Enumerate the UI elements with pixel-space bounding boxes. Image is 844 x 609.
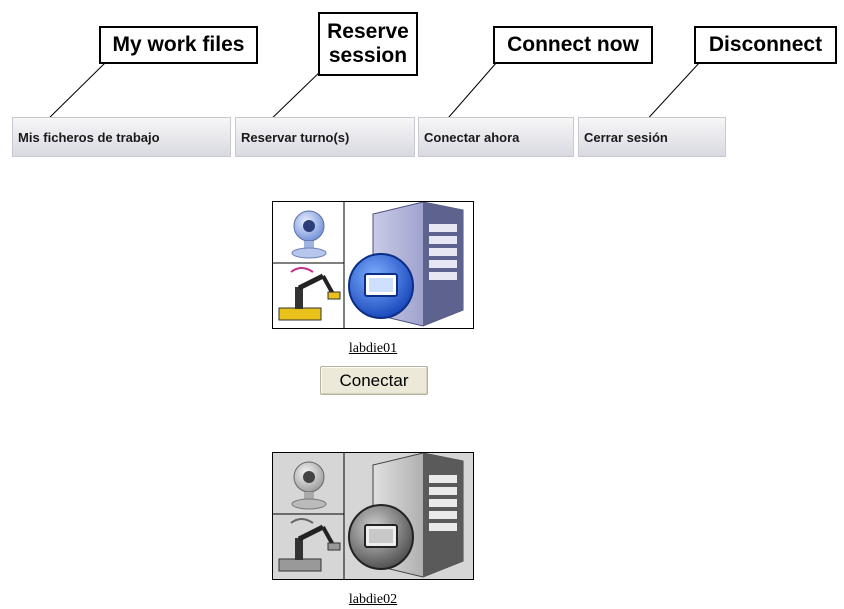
robot-arm-icon	[278, 267, 341, 321]
callout-connect-now: Connect now	[493, 26, 653, 64]
webcam-icon-disabled	[291, 461, 327, 510]
menu-reserve-session-button[interactable]: Reservar turno(s)	[235, 117, 415, 157]
callout-my-work-files: My work files	[99, 26, 258, 64]
menu-my-work-files-button[interactable]: Mis ficheros de trabajo	[12, 117, 231, 157]
callout-reserve-session: Reserve session	[318, 12, 418, 76]
connect-button[interactable]: Conectar	[320, 366, 428, 395]
menu-logout-button[interactable]: Cerrar sesión	[578, 117, 726, 157]
remote-display-icon-disabled	[348, 504, 414, 570]
lab-name-link[interactable]: labdie02	[272, 592, 474, 608]
callout-disconnect: Disconnect	[694, 26, 837, 64]
lab-icon-labdie01[interactable]	[272, 201, 474, 329]
lab-icon-labdie02[interactable]	[272, 452, 474, 580]
lab-name-link[interactable]: labdie01	[272, 341, 474, 357]
webcam-icon	[291, 210, 327, 259]
menu-connect-now-button[interactable]: Conectar ahora	[418, 117, 574, 157]
remote-display-icon	[348, 253, 414, 319]
